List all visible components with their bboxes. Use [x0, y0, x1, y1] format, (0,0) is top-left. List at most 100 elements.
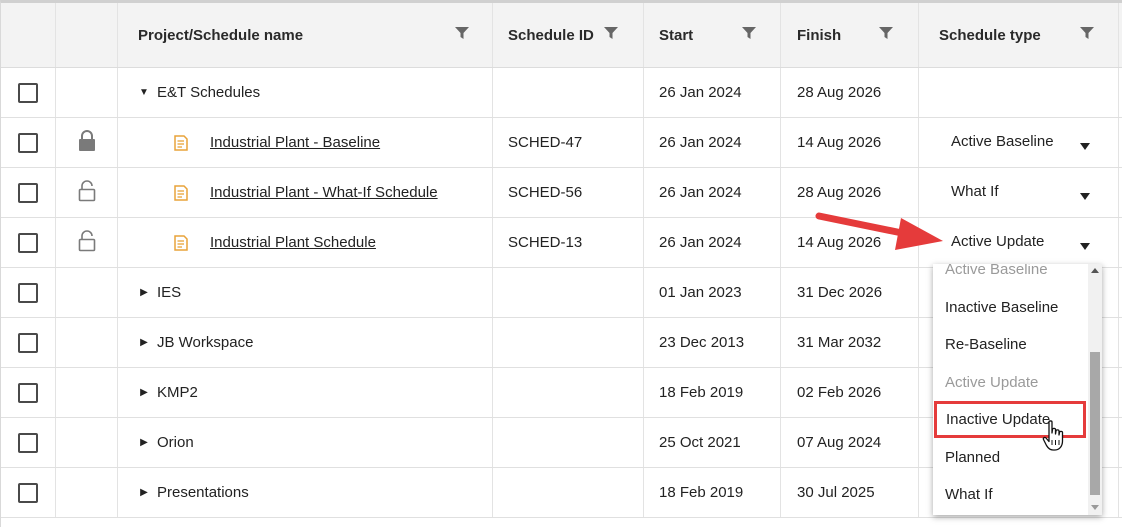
scroll-up-icon[interactable] [1091, 268, 1099, 273]
group-name: Presentations [157, 484, 249, 501]
row-checkbox[interactable] [18, 332, 38, 353]
expand-triangle-icon[interactable]: ▶ [138, 287, 150, 298]
header-lock-col [56, 3, 118, 67]
lock-cell [56, 318, 118, 367]
schedule-id-cell: SCHED-13 [493, 218, 644, 267]
header-schedule-id-label: Schedule ID [508, 26, 594, 44]
finish-cell: 28 Aug 2026 [781, 68, 919, 117]
start-cell: 18 Feb 2019 [644, 468, 781, 517]
row-checkbox[interactable] [18, 382, 38, 403]
start-cell: 01 Jan 2023 [644, 268, 781, 317]
schedule-type-value: Active Update [951, 233, 1045, 250]
table-row[interactable]: Industrial Plant - What-If Schedule SCHE… [1, 168, 1122, 218]
chevron-down-icon[interactable] [1080, 193, 1090, 200]
row-checkbox[interactable] [18, 182, 38, 203]
row-checkbox[interactable] [18, 432, 38, 453]
group-name: E&T Schedules [157, 84, 261, 101]
row-select-cell [1, 168, 56, 217]
row-checkbox[interactable] [18, 82, 38, 103]
name-cell: ▶ Presentations [118, 468, 493, 517]
schedule-type-select[interactable]: Active Baseline [919, 118, 1119, 167]
row-checkbox[interactable] [18, 282, 38, 303]
scroll-down-icon[interactable] [1091, 505, 1099, 510]
schedule-id-cell [493, 368, 644, 417]
filter-icon[interactable] [1080, 26, 1094, 40]
collapse-triangle-icon[interactable]: ▼ [138, 87, 150, 98]
group-name: Orion [157, 434, 194, 451]
expand-triangle-icon[interactable]: ▶ [138, 387, 150, 398]
group-name: IES [157, 284, 182, 301]
row-select-cell [1, 468, 56, 517]
dropdown-scrollbar[interactable] [1088, 264, 1102, 515]
schedule-type-dropdown[interactable]: Active Baseline Inactive Baseline Re-Bas… [933, 264, 1102, 515]
header-start[interactable]: Start [644, 3, 781, 67]
name-cell: ▶ Orion [118, 418, 493, 467]
row-checkbox[interactable] [18, 482, 38, 503]
filter-icon[interactable] [742, 26, 756, 40]
schedule-type-value: Active Baseline [951, 133, 1054, 150]
start-cell: 18 Feb 2019 [644, 368, 781, 417]
header-schedule-id[interactable]: Schedule ID [493, 3, 644, 67]
table-row[interactable]: Industrial Plant - Baseline SCHED-47 26 … [1, 118, 1122, 168]
dropdown-option: Active Baseline [945, 264, 1048, 278]
table-row[interactable]: ▼ E&T Schedules 26 Jan 2024 28 Aug 2026 [1, 68, 1122, 118]
dropdown-option[interactable]: Inactive Baseline [933, 289, 1085, 326]
start-cell: 25 Oct 2021 [644, 418, 781, 467]
schedule-type-select[interactable]: Active Update [919, 218, 1119, 267]
finish-cell: 30 Jul 2025 [781, 468, 919, 517]
row-select-cell [1, 68, 56, 117]
header-schedule-type-label: Schedule type [939, 26, 1041, 44]
lock-icon[interactable] [78, 129, 96, 156]
group-name: KMP2 [157, 384, 198, 401]
schedule-link[interactable]: Industrial Plant Schedule [210, 234, 376, 251]
scrollbar-thumb[interactable] [1090, 352, 1100, 495]
start-cell: 26 Jan 2024 [644, 118, 781, 167]
lock-cell [56, 218, 118, 267]
row-select-cell [1, 368, 56, 417]
unlock-icon[interactable] [78, 179, 96, 206]
schedule-link[interactable]: Industrial Plant - What-If Schedule [210, 184, 438, 201]
unlock-icon[interactable] [78, 229, 96, 256]
expand-triangle-icon[interactable]: ▶ [138, 437, 150, 448]
header-finish-label: Finish [797, 26, 842, 44]
schedule-id-cell [493, 468, 644, 517]
expand-triangle-icon[interactable]: ▶ [138, 337, 150, 348]
dropdown-option[interactable]: Re-Baseline [933, 326, 1085, 363]
schedule-type-cell [919, 68, 1119, 117]
name-cell: ▶ JB Workspace [118, 318, 493, 367]
schedule-document-icon [174, 184, 188, 201]
table-row[interactable]: Industrial Plant Schedule SCHED-13 26 Ja… [1, 218, 1122, 268]
header-finish[interactable]: Finish [781, 3, 919, 67]
schedule-link[interactable]: Industrial Plant - Baseline [210, 134, 380, 151]
schedule-id-cell: SCHED-56 [493, 168, 644, 217]
chevron-down-icon[interactable] [1080, 143, 1090, 150]
row-checkbox[interactable] [18, 232, 38, 253]
dropdown-option[interactable]: What If [933, 476, 1085, 513]
name-cell: Industrial Plant - Baseline [118, 118, 493, 167]
header-name[interactable]: Project/Schedule name [118, 3, 493, 67]
chevron-down-icon[interactable] [1080, 243, 1090, 250]
schedule-id-cell: SCHED-47 [493, 118, 644, 167]
schedule-id-cell [493, 318, 644, 367]
header-schedule-type[interactable]: Schedule type [919, 3, 1119, 67]
filter-icon[interactable] [455, 26, 469, 40]
finish-cell: 31 Dec 2026 [781, 268, 919, 317]
filter-icon[interactable] [604, 26, 618, 40]
filter-icon[interactable] [879, 26, 893, 40]
lock-cell [56, 68, 118, 117]
start-cell: 26 Jan 2024 [644, 68, 781, 117]
finish-cell: 02 Feb 2026 [781, 368, 919, 417]
expand-triangle-icon[interactable]: ▶ [138, 487, 150, 498]
name-cell: ▶ IES [118, 268, 493, 317]
lock-cell [56, 468, 118, 517]
lock-cell [56, 268, 118, 317]
name-cell: Industrial Plant Schedule [118, 218, 493, 267]
row-checkbox[interactable] [18, 132, 38, 153]
lock-cell [56, 168, 118, 217]
finish-cell: 14 Aug 2026 [781, 118, 919, 167]
lock-cell [56, 418, 118, 467]
schedule-document-icon [174, 234, 188, 251]
group-name: JB Workspace [157, 334, 254, 351]
hand-pointer-cursor-icon [1042, 420, 1064, 451]
schedule-type-select[interactable]: What If [919, 168, 1119, 217]
